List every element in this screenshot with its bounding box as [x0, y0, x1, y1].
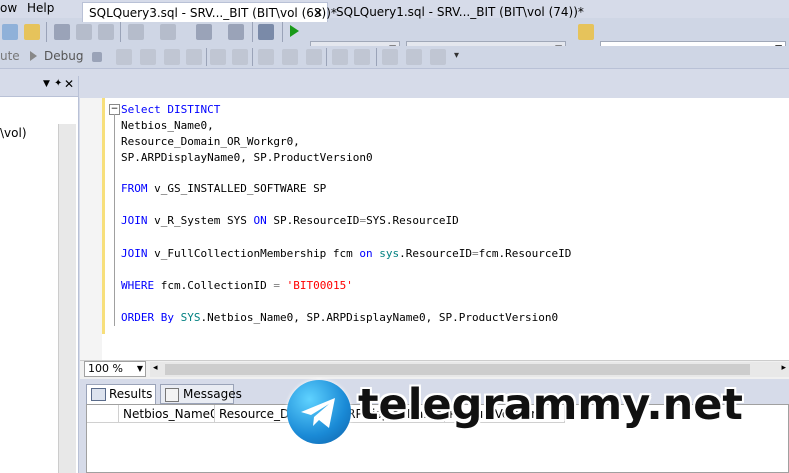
- decrease-indent-icon[interactable]: [382, 49, 398, 65]
- tab-label: SQLQuery1.sql - SRV..._BIT (BIT\vol (74)…: [336, 5, 584, 19]
- menu-item-help[interactable]: Help: [27, 1, 54, 15]
- copy-icon[interactable]: [76, 24, 92, 40]
- row-header-corner: [87, 405, 119, 423]
- database-icon[interactable]: [2, 24, 18, 40]
- client-stats-icon[interactable]: [232, 49, 248, 65]
- chevron-down-icon: ▼: [136, 364, 143, 373]
- outline-line: [114, 114, 115, 326]
- messages-icon: [165, 388, 179, 402]
- results-to-text-icon[interactable]: [258, 49, 274, 65]
- code-line: WHERE fcm.CollectionID = 'BIT00015': [121, 279, 353, 292]
- parse-icon[interactable]: [116, 49, 132, 65]
- zoom-value: 100 %: [88, 362, 123, 375]
- cut-icon[interactable]: [54, 24, 70, 40]
- grid-icon: [91, 388, 106, 401]
- tab-results[interactable]: Results: [86, 384, 156, 404]
- display-plan-icon[interactable]: [258, 24, 274, 40]
- query-designer-icon[interactable]: [186, 49, 202, 65]
- document-tab-strip: [80, 76, 789, 98]
- code-line: Resource_Domain_OR_Workgr0,: [121, 135, 300, 148]
- redo-icon[interactable]: [160, 24, 176, 40]
- code-line: JOIN v_R_System SYS ON SP.ResourceID=SYS…: [121, 214, 459, 227]
- scroll-left-icon[interactable]: ◂: [153, 363, 158, 373]
- specify-values-icon[interactable]: [430, 49, 446, 65]
- debug-button[interactable]: Debug: [44, 49, 83, 63]
- scrollbar-thumb[interactable]: [165, 364, 750, 375]
- undo-icon[interactable]: [128, 24, 144, 40]
- code-line: ORDER By SYS.Netbios_Name0, SP.ARPDispla…: [121, 311, 559, 324]
- telegram-logo-icon: [287, 380, 351, 444]
- code-line: FROM v_GS_INSTALLED_SOFTWARE SP: [121, 182, 327, 195]
- object-explorer-header: ▼ ✦ ✕: [0, 76, 78, 97]
- close-tab-icon[interactable]: ✕: [313, 3, 323, 23]
- tab-label: SQLQuery3.sql - SRV..._BIT (BIT\vol (63)…: [89, 6, 337, 20]
- estimated-plan-icon[interactable]: [210, 49, 226, 65]
- execute-button[interactable]: ute: [0, 49, 20, 63]
- watermark-text: telegrammy.net: [358, 380, 743, 430]
- object-explorer-scrollbar[interactable]: [58, 124, 76, 473]
- query-options-icon[interactable]: [140, 49, 156, 65]
- debug-icon: [30, 51, 37, 61]
- sql-editor-toolbar: ute Debug ▾: [0, 46, 789, 69]
- tab-sqlquery1[interactable]: SQLQuery1.sql - SRV..._BIT (BIT\vol (74)…: [330, 2, 584, 22]
- code-line: Netbios_Name0,: [121, 119, 214, 132]
- comment-icon[interactable]: [332, 49, 348, 65]
- scroll-right-icon[interactable]: ▸: [781, 363, 786, 373]
- paste-icon[interactable]: [98, 24, 114, 40]
- increase-indent-icon[interactable]: [406, 49, 422, 65]
- open-file-icon[interactable]: [24, 24, 40, 40]
- close-icon[interactable]: ✕: [64, 77, 74, 91]
- stop-icon[interactable]: [92, 52, 102, 62]
- tab-sqlquery3[interactable]: SQLQuery3.sql - SRV..._BIT (BIT\vol (63)…: [82, 2, 337, 23]
- execute-icon[interactable]: [290, 25, 299, 37]
- navigate-forward-icon[interactable]: [228, 24, 244, 40]
- tab-label: Messages: [183, 387, 242, 401]
- tab-messages[interactable]: Messages: [160, 384, 242, 404]
- uncomment-icon[interactable]: [354, 49, 370, 65]
- pin-dropdown-icon[interactable]: ▼: [43, 79, 50, 89]
- pin-icon[interactable]: ✦: [54, 78, 62, 89]
- folder-icon[interactable]: [578, 24, 594, 40]
- tree-item[interactable]: \vol): [0, 126, 27, 140]
- column-header[interactable]: Netbios_Name0: [119, 405, 215, 423]
- menu-item-window[interactable]: ow: [0, 1, 17, 15]
- code-line: JOIN v_FullCollectionMembership fcm on s…: [121, 247, 572, 260]
- tab-label: Results: [109, 387, 153, 401]
- change-tracking-margin: [102, 98, 105, 334]
- code-line: Select DISTINCT: [121, 103, 221, 116]
- results-to-file-icon[interactable]: [306, 49, 322, 65]
- code-line: SP.ARPDisplayName0, SP.ProductVersion0: [121, 151, 373, 164]
- zoom-selector[interactable]: 100 % ▼: [84, 361, 146, 377]
- toolbar-overflow-icon[interactable]: ▾: [454, 50, 459, 61]
- results-to-grid-icon[interactable]: [282, 49, 298, 65]
- intellisense-icon[interactable]: [164, 49, 180, 65]
- editor-gutter: [80, 98, 102, 360]
- navigate-back-icon[interactable]: [196, 24, 212, 40]
